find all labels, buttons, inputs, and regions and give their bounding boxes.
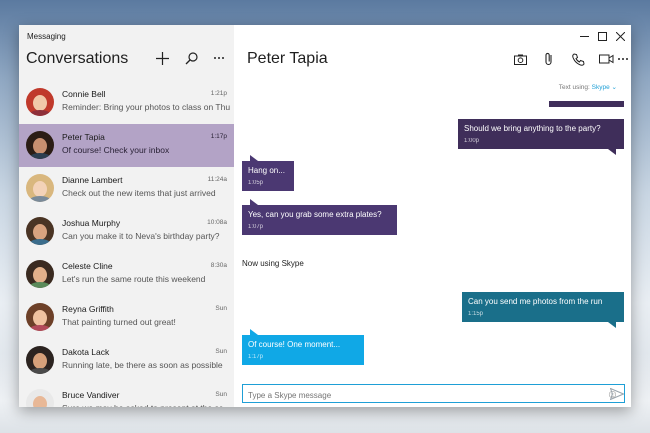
maximize-icon[interactable] — [595, 29, 609, 43]
conversation-item[interactable]: Dianne Lambert 11:24a Check out the new it… — [19, 167, 234, 210]
conversation-preview: Can you make it to Neva's birthday party… — [62, 231, 220, 241]
message-composer: ☺ — [242, 384, 625, 404]
message-time: 1:05p — [248, 180, 264, 186]
app-title: Messaging — [27, 32, 66, 41]
attach-icon[interactable] — [541, 51, 557, 67]
chat-more-icon[interactable] — [617, 51, 629, 67]
chat-pane: Peter Tapia Text using: Skype ⌄ Should w… — [234, 25, 631, 407]
search-icon[interactable] — [183, 50, 199, 66]
avatar — [26, 217, 54, 245]
conversation-item[interactable]: Joshua Murphy 10:08a Can you make it to Ne… — [19, 210, 234, 253]
conversation-name: Connie Bell — [62, 89, 106, 99]
conversation-name: Dakota Lack — [62, 347, 110, 357]
conversation-preview: Let's run the same route this weekend — [62, 274, 206, 284]
conversation-item[interactable]: Dakota Lack Sun Running late, be there as … — [19, 339, 234, 382]
message-text: Hang on... — [248, 166, 285, 175]
conversation-name: Peter Tapia — [62, 132, 105, 142]
conversation-item[interactable]: Peter Tapia 1:17p Of course! Check your in… — [19, 124, 234, 167]
conversations-sidebar: Messaging Conversations Connie Bell 1:21p… — [19, 25, 234, 407]
conversation-name: Reyna Griffith — [62, 304, 114, 314]
text-using-service: Skype — [591, 84, 610, 91]
conversation-preview: Reminder: Bring your photos to class on … — [62, 102, 231, 112]
conversation-time: Sun — [215, 391, 227, 398]
text-using-label: Text using: — [558, 84, 590, 91]
avatar — [26, 131, 54, 159]
conversation-preview: Check out the new items that just arrive… — [62, 188, 216, 198]
send-icon[interactable] — [608, 385, 626, 403]
message-text: Of course! One moment... — [248, 340, 341, 349]
conversation-list: Connie Bell 1:21p Reminder: Bring your pho… — [19, 81, 234, 407]
system-notice: Now using Skype — [242, 259, 304, 268]
outgoing-message: Can you send me photos from the run 1:15p — [462, 292, 624, 328]
conversation-item[interactable]: Reyna Griffith Sun That painting turned ou… — [19, 296, 234, 339]
conversation-name: Bruce Vandiver — [62, 390, 120, 400]
conversation-time: 10:08a — [207, 219, 227, 226]
avatar — [26, 260, 54, 288]
video-icon[interactable] — [598, 51, 614, 67]
conversation-time: Sun — [215, 348, 227, 355]
text-using-selector[interactable]: Text using: Skype ⌄ — [559, 83, 617, 91]
message-time: 1:00p — [464, 138, 480, 144]
message-text: Can you send me photos from the run — [468, 297, 603, 306]
avatar — [26, 303, 54, 331]
conversation-item[interactable]: Connie Bell 1:21p Reminder: Bring your pho… — [19, 81, 234, 124]
chevron-down-icon: ⌄ — [611, 84, 617, 91]
avatar — [26, 346, 54, 374]
conversation-time: 8:30a — [210, 262, 227, 269]
conversation-name: Dianne Lambert — [62, 175, 123, 185]
outgoing-message: Should we bring anything to the party? 1:… — [458, 119, 624, 155]
conversation-name: Joshua Murphy — [62, 218, 121, 228]
avatar — [26, 389, 54, 407]
conversation-name: Celeste Cline — [62, 261, 113, 271]
conversation-preview: Of course! Check your inbox — [62, 145, 170, 155]
conversation-time: 11:24a — [207, 176, 227, 183]
conversation-time: Sun — [215, 305, 227, 312]
camera-icon[interactable] — [512, 51, 528, 67]
messaging-window: Messaging Conversations Connie Bell 1:21p… — [19, 25, 631, 407]
message-time: 1:17p — [248, 354, 264, 360]
plus-icon[interactable] — [154, 50, 170, 66]
incoming-message: Hang on... 1:05p — [242, 155, 294, 191]
conversation-preview: Running late, be there as soon as possib… — [62, 360, 223, 370]
close-icon[interactable] — [613, 29, 627, 43]
conversation-item[interactable]: Bruce Vandiver Sun Sure we may be asked to… — [19, 382, 234, 407]
conversation-time: 1:21p — [210, 90, 227, 97]
message-time: 1:15p — [468, 311, 484, 317]
conversation-item[interactable]: Celeste Cline 8:30a Let's run the same rou… — [19, 253, 234, 296]
conversation-preview: That painting turned out great! — [62, 317, 176, 327]
more-icon[interactable] — [211, 50, 227, 66]
minimize-icon[interactable] — [577, 29, 591, 43]
conversations-header: Conversations — [26, 50, 129, 67]
incoming-message: Yes, can you grab some extra plates? 1:07… — [242, 199, 397, 235]
avatar — [26, 88, 54, 116]
conversation-time: 1:17p — [210, 133, 227, 140]
avatar — [26, 174, 54, 202]
message-bubble-partial — [549, 101, 624, 107]
message-input[interactable] — [243, 387, 583, 404]
conversation-preview: Sure we may be asked to present at the s… — [62, 403, 232, 407]
incoming-message: Of course! One moment... 1:17p — [242, 329, 364, 365]
chat-title: Peter Tapia — [247, 50, 328, 67]
phone-icon[interactable] — [570, 51, 586, 67]
message-time: 1:07p — [248, 224, 264, 230]
message-text: Should we bring anything to the party? — [464, 124, 601, 133]
message-text: Yes, can you grab some extra plates? — [248, 210, 382, 219]
